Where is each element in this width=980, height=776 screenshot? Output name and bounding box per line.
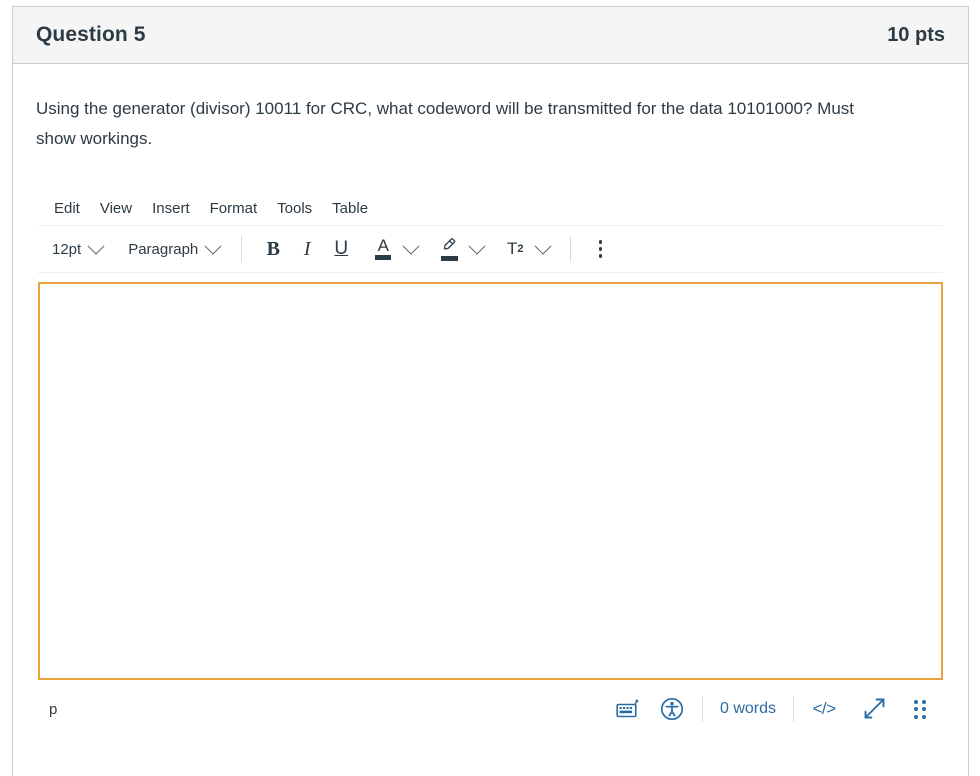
question-header: Question 5 10 pts	[13, 7, 968, 64]
chevron-down-icon	[534, 237, 552, 255]
text-color-button[interactable]: A	[368, 234, 398, 264]
fullscreen-button[interactable]	[857, 692, 891, 726]
statusbar-separator	[701, 696, 703, 722]
highlight-color-button[interactable]	[434, 234, 464, 264]
accessibility-checker-button[interactable]	[655, 692, 689, 726]
editor-toolbar: 12pt Paragraph B I U A T 2	[38, 226, 943, 273]
text-color-menu-button[interactable]	[398, 234, 424, 264]
text-color-icon: A	[375, 236, 392, 260]
block-format-value: Paragraph	[128, 240, 199, 258]
statusbar-right-group: 0 words </>	[611, 692, 937, 726]
block-format-select[interactable]: Paragraph	[120, 236, 227, 263]
kebab-dot	[598, 247, 603, 251]
highlight-color-swatch	[440, 255, 458, 261]
font-size-select[interactable]: 12pt	[44, 236, 110, 263]
resize-handle[interactable]	[903, 692, 937, 726]
chevron-down-icon	[87, 237, 105, 255]
menu-item-view[interactable]: View	[90, 196, 142, 221]
highlighter-icon	[440, 237, 458, 261]
drag-dots-icon	[914, 699, 926, 719]
highlight-color-split-button[interactable]	[434, 234, 490, 264]
more-options-button[interactable]	[585, 234, 615, 264]
editor-menubar: Edit View Insert Format Tools Table	[38, 192, 943, 226]
question-body: Using the generator (divisor) 10011 for …	[13, 64, 968, 738]
keyboard-icon	[616, 699, 639, 718]
keyboard-shortcuts-button[interactable]	[611, 692, 645, 726]
highlight-color-menu-button[interactable]	[464, 234, 490, 264]
drag-dot	[914, 714, 919, 719]
chevron-down-icon	[204, 237, 222, 255]
menu-item-tools[interactable]: Tools	[267, 196, 322, 221]
drag-dot	[921, 699, 926, 704]
statusbar-separator	[793, 696, 794, 722]
expand-arrows-icon	[864, 698, 885, 719]
kebab-dot	[598, 240, 603, 244]
text-color-letter: A	[377, 236, 389, 255]
word-count[interactable]: 0 words	[716, 697, 780, 721]
text-color-split-button[interactable]: A	[368, 234, 424, 264]
chevron-down-icon	[402, 237, 420, 255]
accessibility-icon	[660, 697, 684, 721]
question-container: Question 5 10 pts Using the generator (d…	[12, 6, 969, 776]
font-size-value: 12pt	[52, 240, 82, 258]
question-text: Using the generator (divisor) 10011 for …	[36, 99, 855, 148]
superscript-icon: T2	[507, 239, 524, 259]
editor-statusbar: p 0 words </>	[38, 680, 943, 738]
drag-dot	[914, 699, 919, 704]
menu-item-format[interactable]: Format	[200, 196, 268, 221]
drag-dot	[921, 707, 926, 711]
superscript-base: T	[507, 239, 518, 258]
kebab-dot	[598, 254, 603, 258]
text-color-swatch	[375, 255, 392, 260]
page-title: Question 5	[36, 23, 146, 46]
question-points: 10 pts	[887, 23, 945, 46]
element-path[interactable]: p	[44, 701, 57, 718]
toolbar-separator	[241, 236, 243, 262]
superscript-button[interactable]: T2	[500, 234, 530, 264]
rich-content-editor: Edit View Insert Format Tools Table 12pt…	[36, 192, 945, 738]
underline-button[interactable]: U	[324, 234, 358, 264]
bold-button[interactable]: B	[256, 234, 290, 264]
chevron-down-icon	[468, 237, 486, 255]
toolbar-separator	[570, 236, 572, 262]
editor-content-area[interactable]	[38, 282, 943, 680]
superscript-menu-button[interactable]	[530, 234, 556, 264]
menu-item-table[interactable]: Table	[322, 196, 378, 221]
italic-button[interactable]: I	[290, 234, 324, 264]
menu-item-edit[interactable]: Edit	[44, 196, 90, 221]
drag-dot	[914, 707, 919, 711]
html-editor-button[interactable]: </>	[807, 692, 841, 726]
menu-item-insert[interactable]: Insert	[142, 196, 200, 221]
superscript-split-button[interactable]: T2	[500, 234, 556, 264]
drag-dot	[921, 714, 926, 719]
superscript-exponent: 2	[517, 243, 524, 255]
